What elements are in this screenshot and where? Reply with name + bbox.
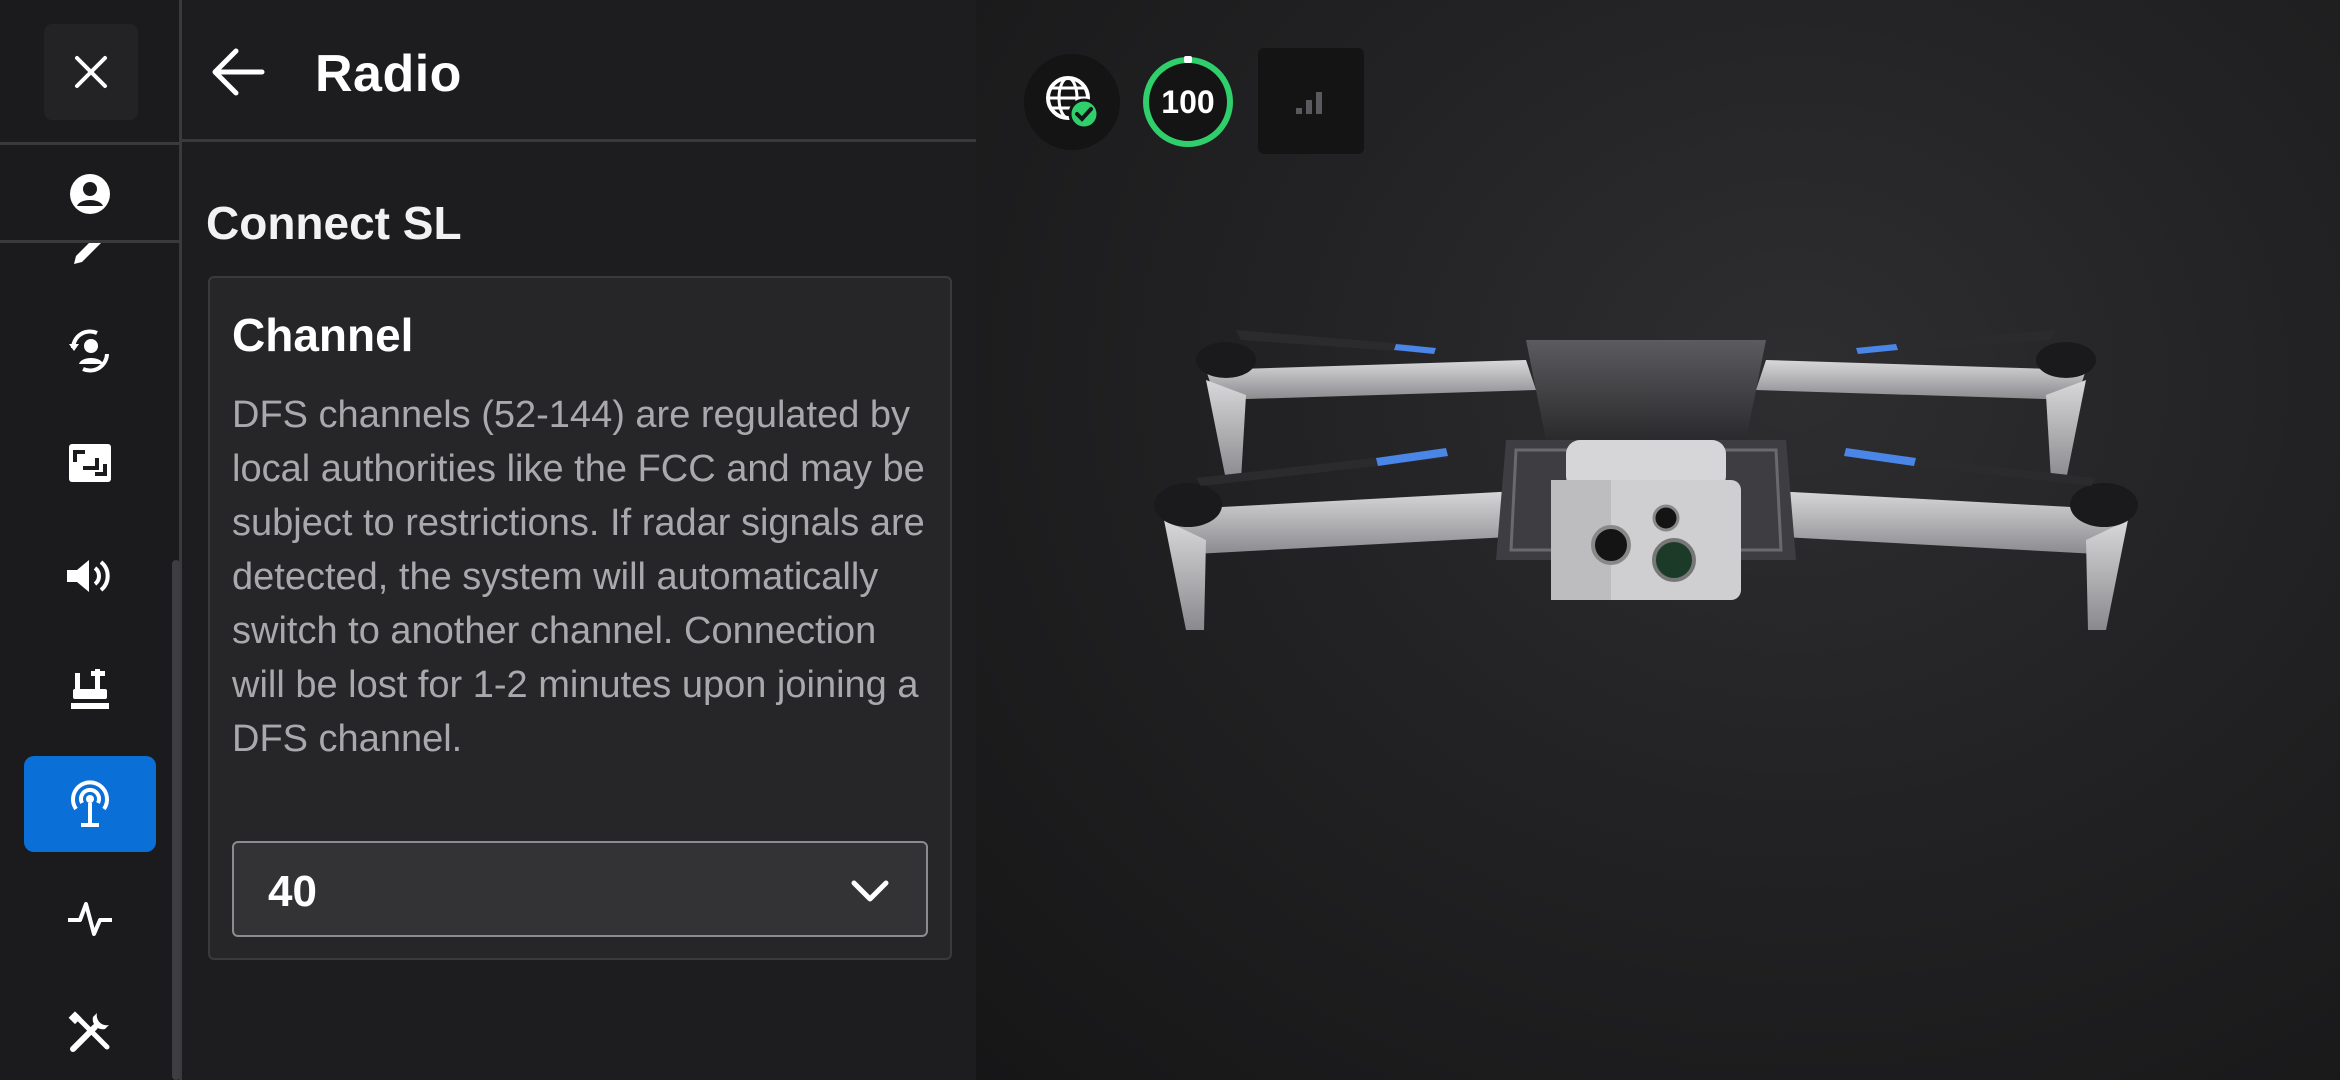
aircraft-view: 100 (976, 0, 2340, 1080)
nav-item-tools[interactable] (24, 984, 156, 1080)
battery-percent: 100 (1161, 83, 1215, 120)
activity-pulse-icon (68, 902, 112, 936)
nav-item-account[interactable] (24, 146, 156, 242)
back-button[interactable] (202, 36, 274, 108)
speaker-icon (67, 560, 110, 592)
channel-card: Channel DFS channels (52-144) are regula… (208, 276, 952, 960)
nav-scrollbar[interactable] (172, 560, 180, 1080)
close-icon (75, 56, 107, 88)
nav-item-display[interactable] (24, 415, 156, 511)
nav-item-controller[interactable] (24, 640, 156, 736)
nav-item-sound[interactable] (24, 528, 156, 624)
user-sync-icon (69, 329, 109, 373)
channel-title: Channel (232, 309, 414, 361)
rail-divider-top (0, 142, 182, 145)
globe-check-icon (1046, 76, 1100, 130)
channel-select-value: 40 (268, 867, 317, 916)
nav-item-radio[interactable] (24, 756, 156, 852)
channel-select[interactable]: 40 (232, 841, 928, 937)
tools-icon (68, 1011, 110, 1052)
channel-description: DFS channels (52-144) are regulated by l… (232, 394, 925, 760)
panel-header: Radio (182, 0, 976, 142)
pencil-icon (74, 243, 101, 264)
gps-status[interactable] (1024, 54, 1120, 150)
radio-antenna-icon (71, 780, 109, 827)
nav-item-pencil[interactable] (24, 243, 156, 294)
page-title: Radio (315, 45, 462, 103)
section-title: Connect SL (206, 197, 462, 249)
signal-bars-icon (1296, 92, 1322, 114)
drone-image (1154, 330, 2138, 630)
nav-item-user-sync[interactable] (24, 303, 156, 399)
account-icon (70, 174, 110, 214)
close-button[interactable] (44, 24, 138, 120)
arrow-left-icon (212, 48, 265, 96)
settings-panel: Radio Connect SL Channel DFS channels (5… (182, 0, 976, 1080)
nav-item-activity[interactable] (24, 870, 156, 966)
display-icon (69, 444, 111, 482)
chevron-down-icon (851, 880, 889, 902)
signal-status[interactable] (1258, 48, 1364, 154)
controller-icon (71, 669, 109, 709)
nav-rail (0, 0, 182, 1080)
app-root: Radio Connect SL Channel DFS channels (5… (0, 0, 2340, 1080)
battery-status[interactable]: 100 (1140, 54, 1236, 150)
